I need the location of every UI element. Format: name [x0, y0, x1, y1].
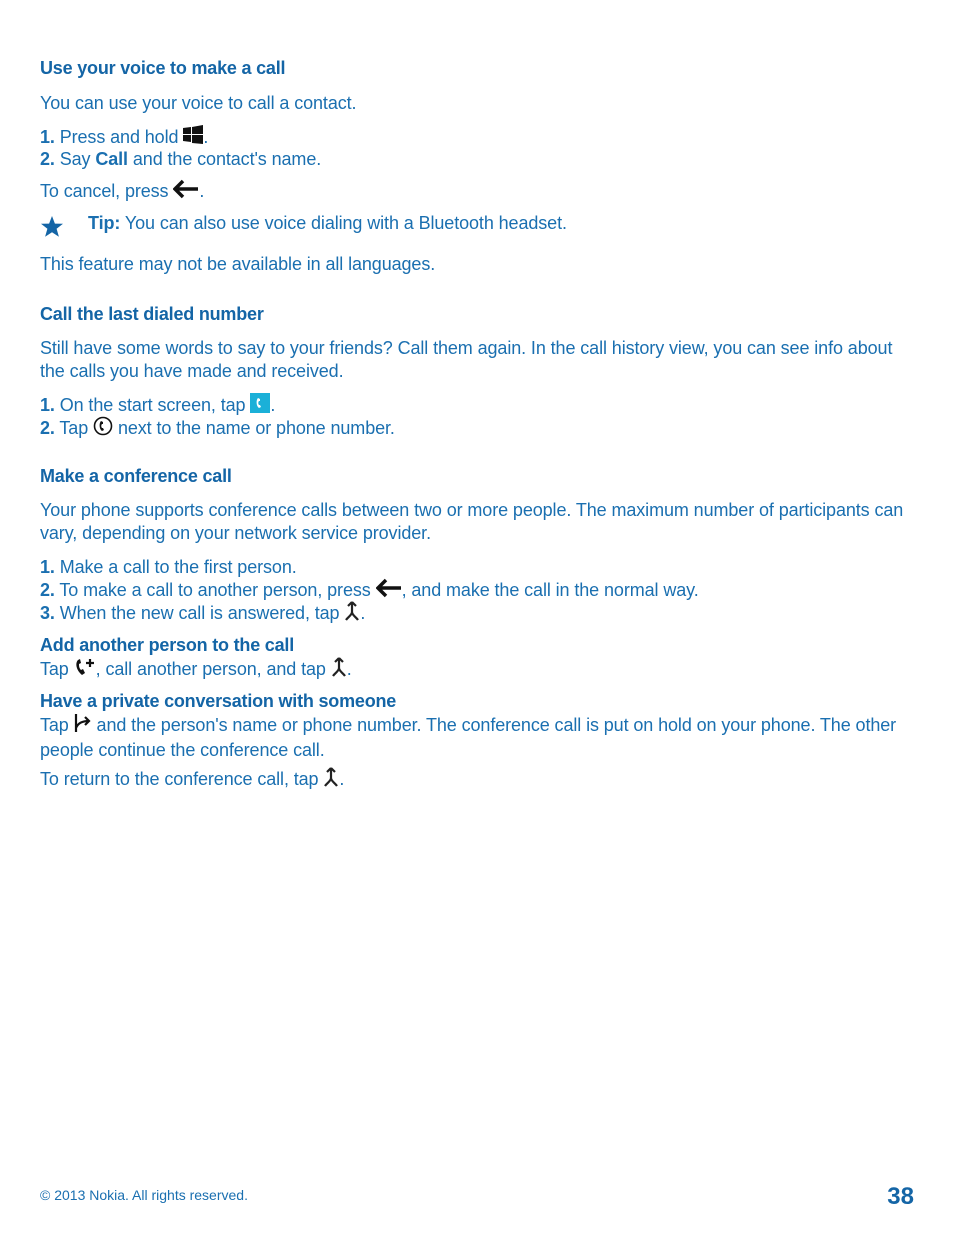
- page-number: 38: [887, 1183, 914, 1210]
- copyright: © 2013 Nokia. All rights reserved.: [40, 1187, 248, 1203]
- text: Tap: [40, 658, 69, 679]
- conference-step-1: 1. Make a call to the first person.: [40, 556, 297, 579]
- step-number: 2.: [40, 579, 55, 600]
- call-circle-icon: [93, 416, 113, 442]
- star-icon: [40, 215, 64, 244]
- text: Tap: [40, 714, 69, 735]
- text: and the person's name or phone number. T…: [40, 714, 897, 760]
- step-text: Tap: [59, 417, 89, 438]
- step-text: Make a call to the first person.: [59, 557, 297, 577]
- tip-label: Tip:: [88, 213, 121, 233]
- step-number: 2.: [40, 149, 55, 169]
- add-call-icon: [74, 657, 96, 683]
- voice-intro: You can use your voice to call a contact…: [40, 93, 357, 113]
- back-arrow-icon: [375, 578, 402, 604]
- step-number: 1.: [40, 557, 55, 577]
- merge-calls-icon: [323, 767, 339, 793]
- text: To return to the conference call, tap: [40, 768, 319, 789]
- step-text: and the contact's name.: [132, 149, 322, 169]
- step-text: When the new call is answered, tap: [59, 602, 340, 623]
- merge-calls-icon: [344, 601, 360, 627]
- heading-private: Have a private conversation with someone: [40, 691, 397, 711]
- last-dialed-step-2: 2. Tap next to the name or phone number.: [40, 416, 395, 442]
- voice-step-2: 2. Say Call and the contact's name.: [40, 148, 321, 171]
- step-number: 1.: [40, 394, 55, 415]
- step-text: next to the name or phone number.: [117, 417, 395, 438]
- add-person-text: Tap , call another person, and tap .: [40, 657, 352, 683]
- tip: Tip: You can also use voice dialing with…: [88, 212, 567, 235]
- merge-calls-icon: [331, 657, 347, 683]
- private-call-icon: [74, 713, 92, 739]
- heading-add-person: Add another person to the call: [40, 635, 295, 655]
- step-text: Press and hold: [59, 126, 179, 147]
- conference-intro: Your phone supports conference calls bet…: [40, 500, 904, 543]
- conference-step-3: 3. When the new call is answered, tap .: [40, 601, 365, 627]
- step-number: 1.: [40, 126, 55, 147]
- step-text: Say: [59, 149, 91, 169]
- text: , call another person, and tap: [95, 658, 326, 679]
- private-text: Tap and the person's name or phone numbe…: [40, 713, 920, 762]
- step-number: 2.: [40, 417, 55, 438]
- heading-conference: Make a conference call: [40, 466, 232, 486]
- heading-voice-call: Use your voice to make a call: [40, 58, 286, 78]
- heading-last-dialed: Call the last dialed number: [40, 304, 264, 324]
- voice-note: This feature may not be available in all…: [40, 254, 436, 274]
- step-keyword: Call: [95, 149, 128, 169]
- cancel-text: To cancel, press: [40, 180, 169, 201]
- step-text: To make a call to another person, press: [59, 579, 371, 600]
- step-text: On the start screen, tap: [59, 394, 246, 415]
- private-return: To return to the conference call, tap .: [40, 767, 344, 793]
- step-text: , and make the call in the normal way.: [401, 579, 699, 600]
- step-number: 3.: [40, 602, 55, 623]
- voice-cancel: To cancel, press .: [40, 179, 204, 205]
- back-arrow-icon: [172, 179, 199, 205]
- tip-text: You can also use voice dialing with a Bl…: [124, 213, 567, 233]
- last-dialed-intro: Still have some words to say to your fri…: [40, 338, 893, 381]
